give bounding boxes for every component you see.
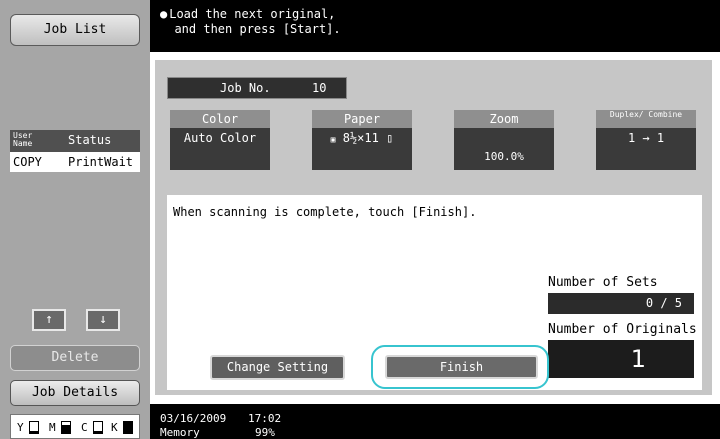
job-details-button[interactable]: Job Details bbox=[10, 380, 140, 406]
status-date: 03/16/2009 bbox=[160, 412, 227, 425]
job-list-button[interactable]: Job List bbox=[10, 14, 140, 46]
row-user: COPY bbox=[13, 155, 42, 169]
number-of-sets-label: Number of Sets bbox=[548, 275, 658, 290]
memory-value: 99% bbox=[255, 426, 275, 439]
number-of-originals-value: 1 bbox=[548, 340, 694, 378]
job-no-label: Job No. bbox=[220, 81, 271, 95]
portrait-page-icon: ▯ bbox=[386, 131, 394, 145]
number-of-sets-value: 0 / 5 bbox=[548, 293, 694, 314]
up-arrow-icon: ↑ bbox=[45, 312, 53, 327]
toner-k-gauge-icon bbox=[123, 421, 133, 434]
job-number-box: Job No. 10 bbox=[167, 77, 347, 99]
memory-label: Memory bbox=[160, 426, 200, 439]
column-status: Status bbox=[68, 133, 112, 147]
toner-y-gauge-icon bbox=[29, 421, 39, 434]
delete-button[interactable]: Delete bbox=[10, 345, 140, 371]
toner-c-gauge-icon bbox=[93, 421, 103, 434]
job-table-header: User Name Status bbox=[10, 130, 140, 152]
toner-k: K bbox=[111, 421, 139, 435]
down-arrow-icon: ↓ bbox=[99, 312, 107, 327]
setting-value: ▣ 8½×11 ▯ bbox=[312, 128, 412, 170]
column-user-name: User Name bbox=[13, 131, 33, 148]
finish-button[interactable]: Finish bbox=[385, 355, 538, 379]
main-panel: Job No. 10 Color Auto Color Paper ▣ 8½×1… bbox=[155, 60, 712, 395]
message-bar: ● Load the next original, and then press … bbox=[150, 0, 720, 52]
row-status: PrintWait bbox=[68, 155, 134, 169]
toner-m: M bbox=[49, 421, 77, 435]
change-setting-button[interactable]: Change Setting bbox=[210, 355, 345, 380]
table-row[interactable]: COPY PrintWait bbox=[10, 152, 140, 172]
scan-complete-message: When scanning is complete, touch [Finish… bbox=[173, 205, 477, 219]
setting-label: Duplex/ Combine bbox=[596, 110, 696, 128]
instruction-message: ● Load the next original, and then press … bbox=[160, 7, 341, 36]
setting-value: 1 → 1 bbox=[596, 128, 696, 170]
job-no-value: 10 bbox=[312, 81, 327, 95]
setting-label: Paper bbox=[312, 110, 412, 128]
toner-y: Y bbox=[17, 421, 45, 435]
toner-c: C bbox=[81, 421, 109, 435]
number-of-originals-label: Number of Originals bbox=[548, 322, 697, 337]
info-bulb-icon: ● bbox=[160, 7, 168, 21]
status-bar: 03/16/2009 17:02 Memory 99% bbox=[150, 404, 720, 439]
left-sidebar: Job List User Name Status COPY PrintWait… bbox=[0, 0, 150, 439]
scroll-up-button[interactable]: ↑ bbox=[32, 309, 66, 331]
scroll-down-button[interactable]: ↓ bbox=[86, 309, 120, 331]
tray-icon: ▣ bbox=[330, 135, 336, 144]
setting-value: Auto Color bbox=[170, 128, 270, 170]
setting-value: 100.0% bbox=[454, 128, 554, 170]
toner-levels: Y M C K bbox=[10, 414, 140, 439]
status-time: 17:02 bbox=[248, 412, 282, 425]
setting-label: Color bbox=[170, 110, 270, 128]
toner-m-gauge-icon bbox=[61, 421, 71, 434]
setting-label: Zoom bbox=[454, 110, 554, 128]
